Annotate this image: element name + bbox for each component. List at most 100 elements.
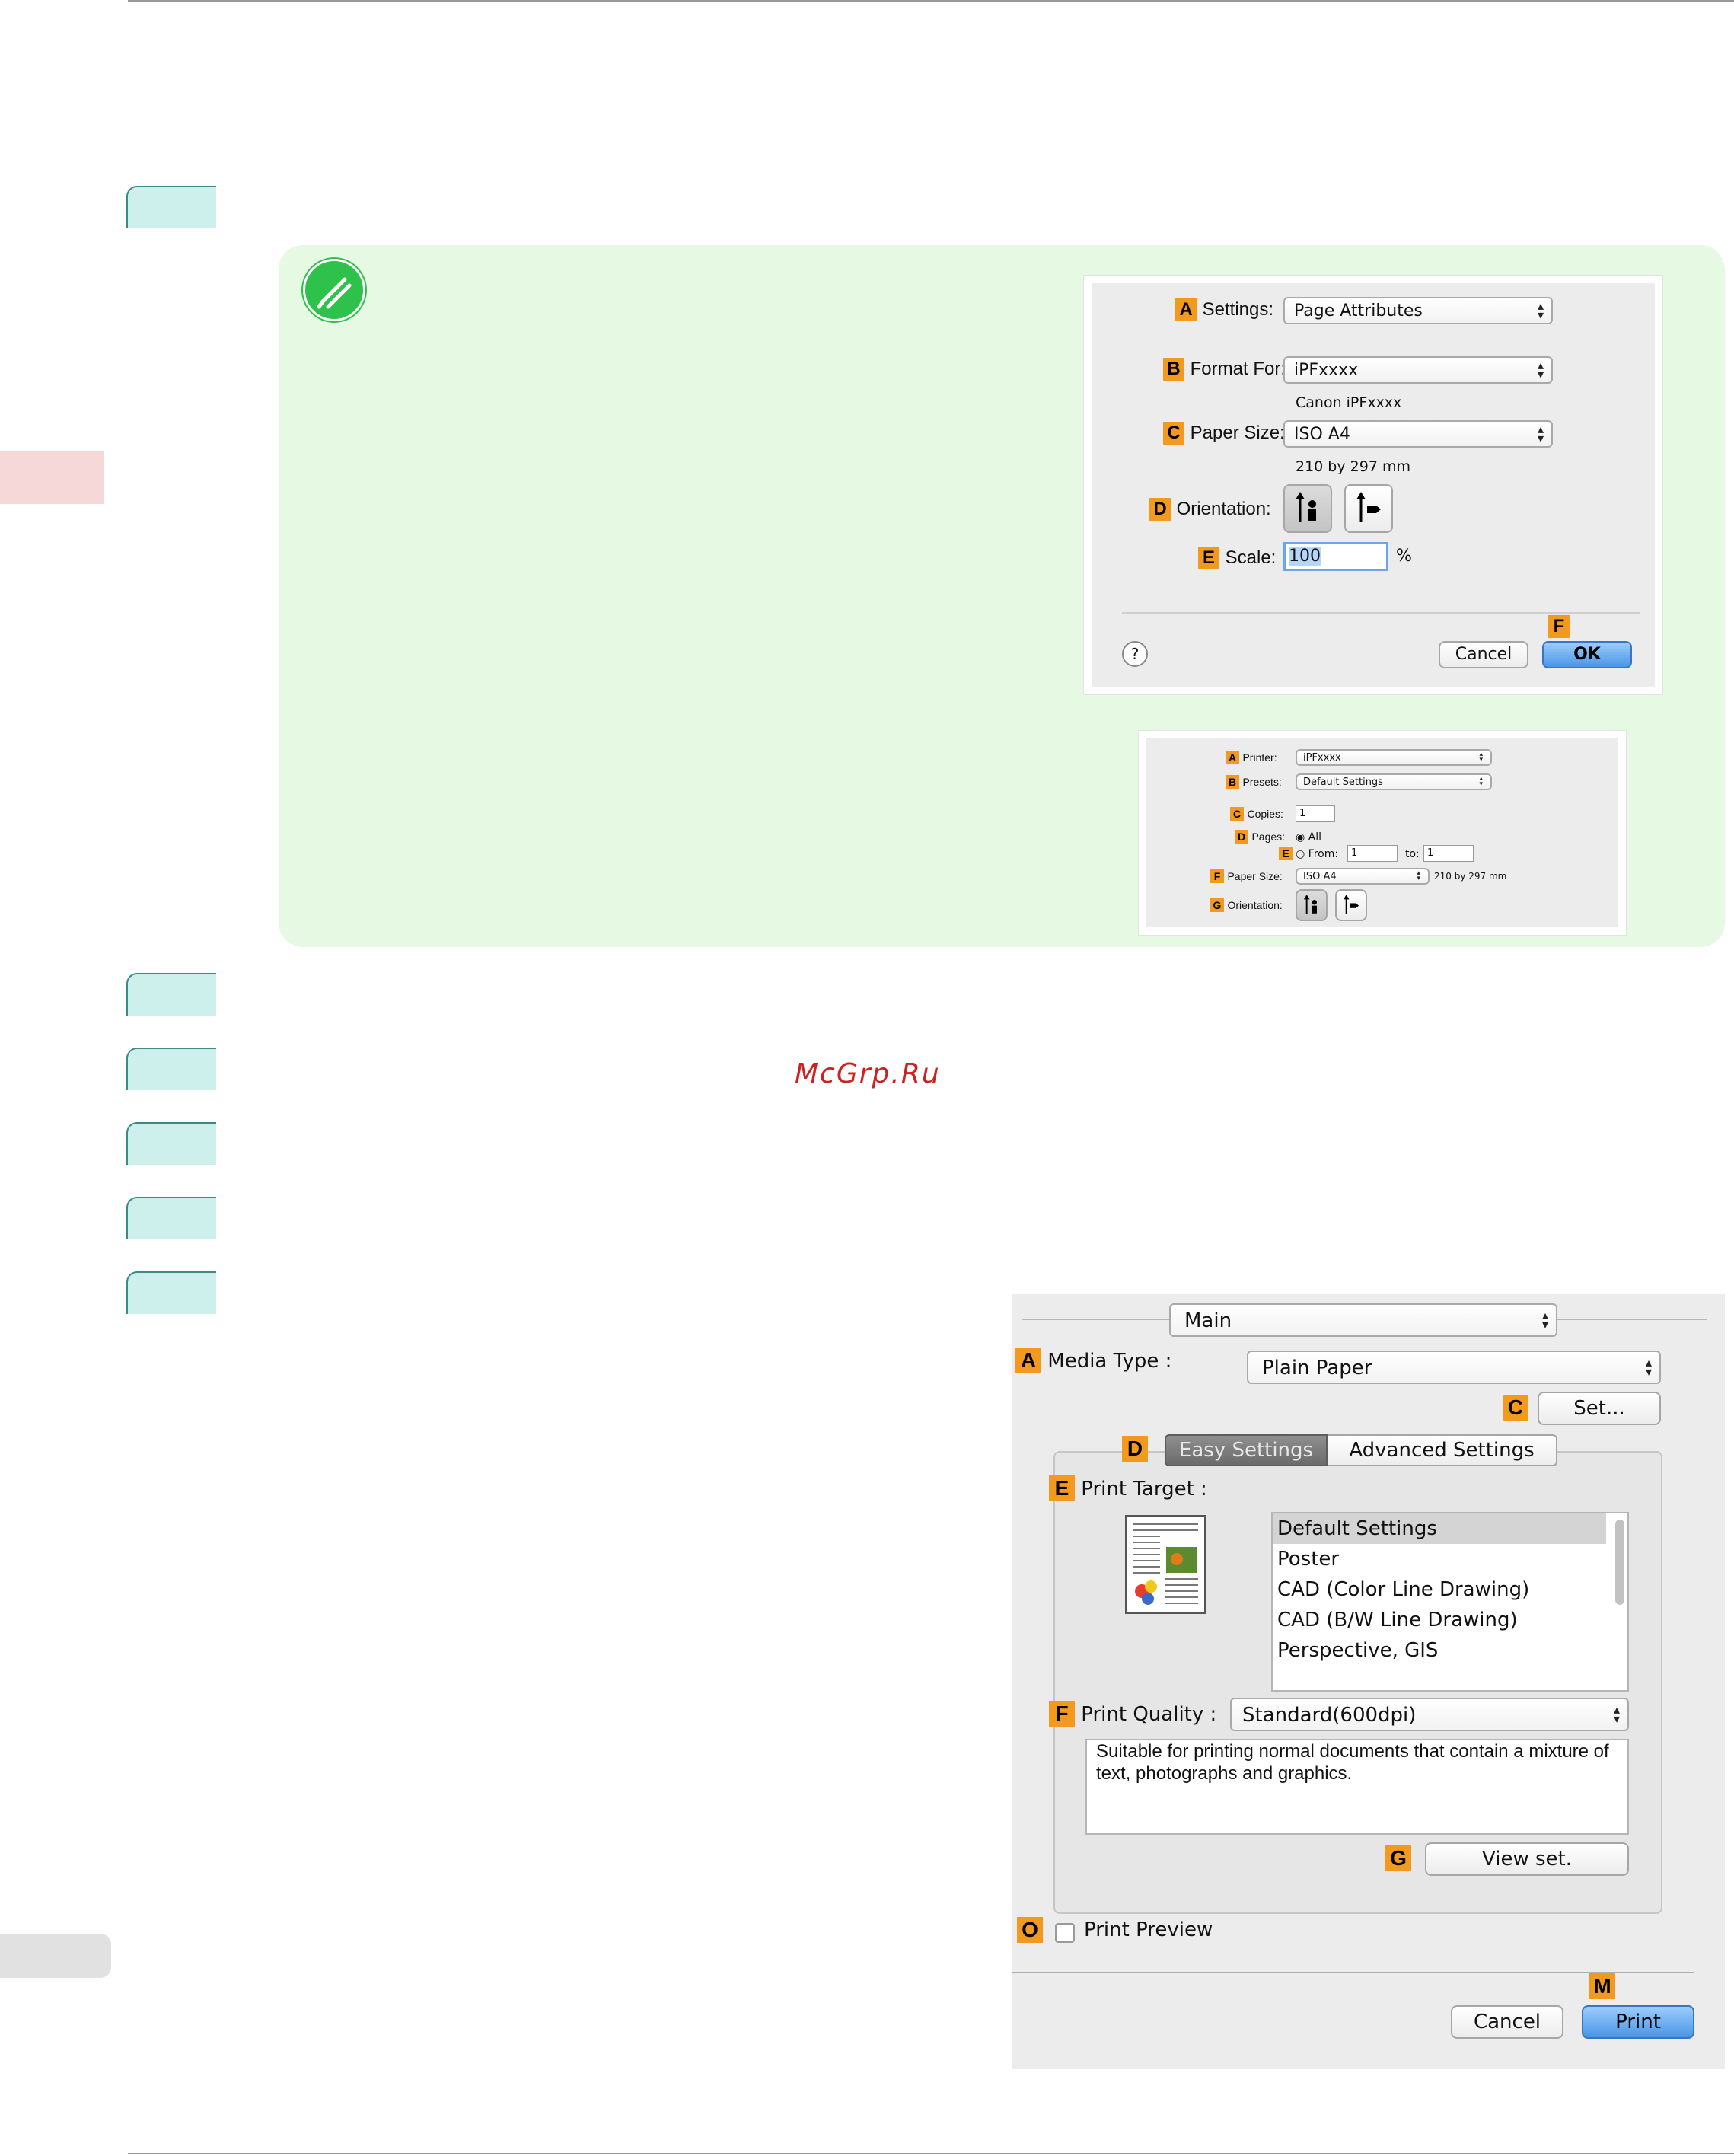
description-text: Suitable for printing normal documents t… xyxy=(1096,1741,1609,1784)
callout-f: F xyxy=(1049,1701,1075,1727)
callout-a: A xyxy=(1015,1348,1041,1373)
step-marker-6 xyxy=(126,1271,216,1314)
paper-size-label: Paper Size: xyxy=(1227,870,1283,882)
ok-label: OK xyxy=(1573,645,1601,664)
format-for-label: Format For: xyxy=(1190,359,1286,379)
copies-label: Copies: xyxy=(1247,808,1283,820)
pages-all-label: All xyxy=(1308,831,1322,844)
list-item-label: CAD (B/W Line Drawing) xyxy=(1277,1609,1518,1631)
callout-c: C xyxy=(1163,422,1184,445)
printer-label: Printer: xyxy=(1242,751,1277,764)
popup-arrows-icon: ▴ ▾ xyxy=(1479,751,1483,764)
callout-f: F xyxy=(1548,615,1570,638)
from-value: 1 xyxy=(1351,847,1358,859)
landscape-icon xyxy=(1343,895,1359,914)
print-quality-popup[interactable]: Standard(600dpi) ▴ ▾ xyxy=(1230,1698,1629,1731)
format-for-value: iPFxxxx xyxy=(1294,361,1359,380)
dialog-divider xyxy=(1122,612,1640,614)
page-number-tab xyxy=(0,1934,111,1978)
list-item[interactable]: Perspective, GIS xyxy=(1273,1635,1606,1666)
callout-f: F xyxy=(1210,869,1224,883)
callout-e: E xyxy=(1198,547,1219,569)
panel-popup[interactable]: Main ▴ ▾ xyxy=(1169,1303,1557,1337)
scale-input[interactable]: 100 xyxy=(1283,542,1388,571)
printer-popup[interactable]: iPFxxxx ▴ ▾ xyxy=(1296,749,1492,766)
callout-d: D xyxy=(1149,498,1171,521)
popup-arrows-icon: ▴ ▾ xyxy=(1613,1702,1620,1726)
set-button[interactable]: Set... xyxy=(1538,1392,1661,1425)
orientation-label: Orientation: xyxy=(1227,899,1283,911)
view-set-label: View set. xyxy=(1482,1848,1572,1871)
popup-arrows-icon: ▴ ▾ xyxy=(1537,358,1544,381)
step-marker-2 xyxy=(126,973,216,1016)
settings-popup[interactable]: Page Attributes ▴ ▾ xyxy=(1283,297,1553,324)
callout-a: A xyxy=(1175,298,1197,321)
pages-all-radio[interactable]: ◉ All xyxy=(1296,831,1321,844)
settings-value: Page Attributes xyxy=(1294,301,1423,321)
list-item[interactable]: CAD (B/W Line Drawing) xyxy=(1273,1605,1606,1635)
callout-b: B xyxy=(1226,775,1239,789)
media-type-popup[interactable]: Plain Paper ▴ ▾ xyxy=(1247,1351,1661,1384)
scale-unit: % xyxy=(1396,547,1412,566)
landscape-orientation-button[interactable] xyxy=(1344,484,1393,533)
main-print-dialog: Main ▴ ▾ A Media Type : Plain Paper ▴ ▾ C … xyxy=(1012,1294,1725,2069)
help-icon: ? xyxy=(1130,645,1140,663)
callout-m: M xyxy=(1589,1973,1615,1999)
scale-label: Scale: xyxy=(1225,547,1277,568)
print-target-label: Print Target : xyxy=(1081,1478,1207,1501)
print-target-list[interactable]: Default Settings Poster CAD (Color Line … xyxy=(1271,1512,1629,1692)
list-item-label: Default Settings xyxy=(1277,1517,1437,1540)
print-target-preview-image xyxy=(1125,1515,1206,1614)
list-item[interactable]: Default Settings xyxy=(1273,1513,1606,1544)
cancel-button[interactable]: Cancel xyxy=(1451,2005,1563,2039)
callout-o: O xyxy=(1017,1917,1043,1943)
paper-size-subtitle: 210 by 297 mm xyxy=(1434,871,1507,882)
step-marker-4 xyxy=(126,1122,216,1165)
popup-arrows-icon: ▴ ▾ xyxy=(1479,775,1483,788)
panel-value: Main xyxy=(1184,1309,1232,1332)
view-set-button[interactable]: View set. xyxy=(1425,1842,1629,1876)
chapter-tab xyxy=(0,451,104,504)
copies-input[interactable]: 1 xyxy=(1296,805,1335,822)
landscape-orientation-button[interactable] xyxy=(1335,889,1367,921)
paper-size-popup[interactable]: ISO A4 ▴ ▾ xyxy=(1296,868,1430,885)
paper-size-subtitle: 210 by 297 mm xyxy=(1296,458,1410,475)
presets-label: Presets: xyxy=(1242,776,1282,788)
popup-arrows-icon: ▴ ▾ xyxy=(1537,298,1544,322)
step-marker-3 xyxy=(126,1048,216,1090)
pages-from-radio[interactable]: ○ From: xyxy=(1296,848,1338,860)
tab-easy-settings[interactable]: Easy Settings xyxy=(1165,1434,1328,1466)
print-preview-checkbox[interactable] xyxy=(1055,1923,1075,1943)
from-input[interactable]: 1 xyxy=(1347,845,1398,862)
presets-value: Default Settings xyxy=(1303,777,1383,788)
portrait-orientation-button[interactable] xyxy=(1283,484,1332,533)
to-label: to: xyxy=(1405,848,1420,860)
callout-d: D xyxy=(1235,830,1248,844)
list-scrollbar[interactable] xyxy=(1615,1520,1624,1605)
format-for-subtitle: Canon iPFxxxx xyxy=(1296,394,1402,411)
list-item-label: Perspective, GIS xyxy=(1277,1639,1439,1662)
presets-popup[interactable]: Default Settings ▴ ▾ xyxy=(1296,773,1492,790)
callout-c: C xyxy=(1230,807,1244,821)
list-item-label: CAD (Color Line Drawing) xyxy=(1277,1578,1530,1601)
list-item[interactable]: Poster xyxy=(1273,1544,1606,1574)
portrait-orientation-button[interactable] xyxy=(1296,889,1328,921)
ok-button[interactable]: OK xyxy=(1542,641,1632,668)
format-for-popup[interactable]: iPFxxxx ▴ ▾ xyxy=(1283,356,1553,384)
tab-advanced-settings[interactable]: Advanced Settings xyxy=(1328,1434,1557,1466)
print-dialog-small: A Printer: iPFxxxx ▴ ▾ B Presets: Default … xyxy=(1139,731,1626,935)
page-attributes-dialog: A Settings: Page Attributes ▴ ▾ B Format … xyxy=(1084,276,1662,694)
portrait-icon xyxy=(1303,895,1317,914)
paper-size-popup[interactable]: ISO A4 ▴ ▾ xyxy=(1283,420,1553,448)
cancel-button[interactable]: Cancel xyxy=(1439,641,1528,668)
copies-value: 1 xyxy=(1299,808,1306,819)
to-input[interactable]: 1 xyxy=(1423,845,1474,862)
list-item[interactable]: CAD (Color Line Drawing) xyxy=(1273,1574,1606,1605)
print-label: Print xyxy=(1615,2011,1661,2033)
print-button[interactable]: Print xyxy=(1582,2005,1694,2039)
portrait-icon xyxy=(1296,492,1316,522)
scale-value: 100 xyxy=(1289,547,1321,566)
help-button[interactable]: ? xyxy=(1122,641,1148,667)
orientation-label: Orientation: xyxy=(1176,499,1271,519)
list-item-label: Poster xyxy=(1277,1548,1340,1571)
